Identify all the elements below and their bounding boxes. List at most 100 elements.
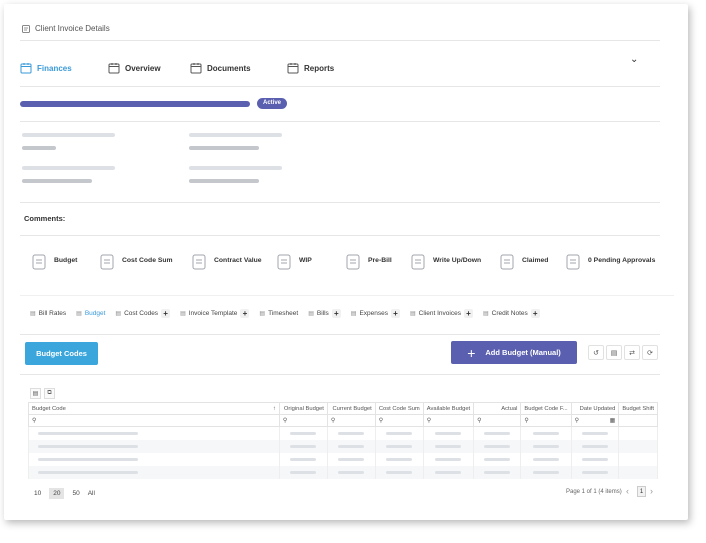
filter-cell[interactable]: ⚲ <box>326 414 376 427</box>
filter-cell[interactable]: ⚲ <box>374 414 424 427</box>
page-size-option[interactable]: All <box>88 490 95 497</box>
column-header[interactable]: Cost Code Sum <box>374 402 424 415</box>
subtab-icon: ▤ <box>350 311 357 317</box>
next-page-icon[interactable]: › <box>650 486 653 496</box>
calendar-icon[interactable]: ▦ <box>610 417 616 424</box>
tab-documents[interactable]: Documents <box>190 62 251 74</box>
metric-cost-code-sum[interactable]: Cost Code Sum <box>98 253 173 271</box>
subtab-label: Bill Rates <box>38 310 67 317</box>
copy-icon[interactable]: ⧉ <box>44 388 55 399</box>
subtab-expenses[interactable]: ▤ Expenses + <box>351 309 400 318</box>
chevron-down-icon[interactable]: ⌄ <box>630 54 638 65</box>
table-cell <box>28 426 280 440</box>
table-cell <box>618 465 658 479</box>
metric-label: 0 Pending Approvals <box>588 257 656 264</box>
metric-0-pending-approvals[interactable]: 0 Pending Approvals <box>564 253 655 271</box>
tab-finances[interactable]: Finances <box>20 62 72 74</box>
metric-write-up-down[interactable]: Write Up/Down <box>409 253 481 271</box>
subtab-timesheet[interactable]: ▤ Timesheet <box>259 310 298 317</box>
placeholder-line <box>386 470 413 474</box>
column-header[interactable]: Original Budget <box>278 402 328 415</box>
budget-codes-button[interactable]: Budget Codes <box>25 342 98 365</box>
finances-icon <box>20 63 32 74</box>
metric-budget[interactable]: Budget <box>30 253 77 271</box>
table-cell <box>326 426 376 440</box>
table-cell <box>570 426 620 440</box>
add-budget-button[interactable]: + Add Budget (Manual) <box>451 341 577 364</box>
subtab-label: Client Invoices <box>418 310 461 317</box>
placeholder-line <box>386 444 413 448</box>
table-cell <box>570 452 620 466</box>
add-icon[interactable]: + <box>161 309 171 318</box>
filter-cell[interactable]: ⚲ <box>278 414 328 427</box>
export-icon[interactable]: ▤ <box>606 345 622 360</box>
history-icon[interactable]: ↺ <box>588 345 604 360</box>
calendar-icon <box>190 63 202 74</box>
table-cell <box>473 426 522 440</box>
page-size-option[interactable]: 50 <box>72 490 79 497</box>
table-row[interactable] <box>28 439 658 453</box>
invoice-details-card: Client Invoice Details Finances Overview D… <box>4 4 688 520</box>
filter-cell[interactable]: ⚲ <box>422 414 475 427</box>
search-icon: ⚲ <box>574 418 580 424</box>
add-icon[interactable]: + <box>463 309 473 318</box>
table-cell <box>28 439 280 453</box>
page-size-option[interactable]: 10 <box>34 490 41 497</box>
page-title: Client Invoice Details <box>35 24 110 33</box>
filter-cell[interactable]: ⚲ <box>28 414 280 427</box>
metric-claimed[interactable]: Claimed <box>498 253 548 271</box>
column-header[interactable]: Date Updated <box>570 402 620 415</box>
metric-wip[interactable]: WIP <box>275 253 312 271</box>
subtab-bill-rates[interactable]: ▤ Bill Rates <box>30 310 66 317</box>
tab-overview[interactable]: Overview <box>108 62 161 74</box>
add-icon[interactable]: + <box>240 309 250 318</box>
metric-label: WIP <box>299 257 312 264</box>
add-icon[interactable]: + <box>391 309 400 318</box>
subtab-cost-codes[interactable]: ▤ Cost Codes + <box>115 309 171 318</box>
filter-cell[interactable] <box>618 414 658 427</box>
placeholder-line <box>338 431 365 435</box>
subtab-budget[interactable]: ▤ Budget <box>76 310 105 317</box>
table-row[interactable] <box>28 452 658 466</box>
placeholder-line <box>22 179 92 183</box>
tab-reports[interactable]: Reports <box>287 62 334 74</box>
table-row[interactable] <box>28 426 658 440</box>
status-badge: Active <box>257 98 288 109</box>
filter-cell[interactable]: ⚲ <box>520 414 572 427</box>
add-icon[interactable]: + <box>331 309 341 318</box>
metric-label: Contract Value <box>214 257 262 264</box>
subtab-client-invoices[interactable]: ▤ Client Invoices + <box>410 309 473 318</box>
page-size-option[interactable]: 20 <box>49 488 65 499</box>
column-header[interactable]: Current Budget <box>326 402 376 415</box>
column-chooser-icon[interactable]: ▤ <box>30 388 41 399</box>
column-header[interactable]: Budget Code ↑ <box>28 402 280 415</box>
piggy-bank-icon <box>32 254 46 270</box>
column-header[interactable]: Budget Code F... <box>520 402 572 415</box>
add-icon[interactable]: + <box>530 309 540 318</box>
subtab-credit-notes[interactable]: ▤ Credit Notes + <box>483 309 540 318</box>
placeholder-line <box>581 444 608 448</box>
page-number-button[interactable]: 1 <box>637 486 646 497</box>
metric-pre-bill[interactable]: Pre-Bill <box>344 253 392 271</box>
column-header[interactable]: Actual <box>473 402 522 415</box>
column-header[interactable]: Budget Shift <box>618 402 658 415</box>
subtab-bills[interactable]: ▤ Bills + <box>308 309 341 318</box>
swap-icon[interactable]: ⇄ <box>624 345 640 360</box>
column-header[interactable]: Available Budget <box>422 402 475 415</box>
subtab-invoice-template[interactable]: ▤ Invoice Template + <box>180 309 250 318</box>
filter-cell[interactable]: ⚲ <box>473 414 522 427</box>
placeholder-line <box>338 470 365 474</box>
prev-page-icon[interactable]: ‹ <box>626 486 629 496</box>
filter-cell[interactable]: ⚲ ▦ <box>570 414 620 427</box>
metric-label: Write Up/Down <box>433 257 482 264</box>
sort-arrow-icon[interactable]: ↑ <box>273 406 276 412</box>
metric-contract-value[interactable]: Contract Value <box>190 253 262 271</box>
comments-label: Comments: <box>24 214 66 223</box>
placeholder-line <box>290 470 317 474</box>
divider <box>20 121 660 122</box>
page-info: Page 1 of 1 (4 items) <box>566 489 622 495</box>
table-cell <box>374 465 424 479</box>
calendar-icon <box>108 63 120 74</box>
table-row[interactable] <box>28 465 658 479</box>
refresh-icon[interactable]: ⟳ <box>642 345 658 360</box>
